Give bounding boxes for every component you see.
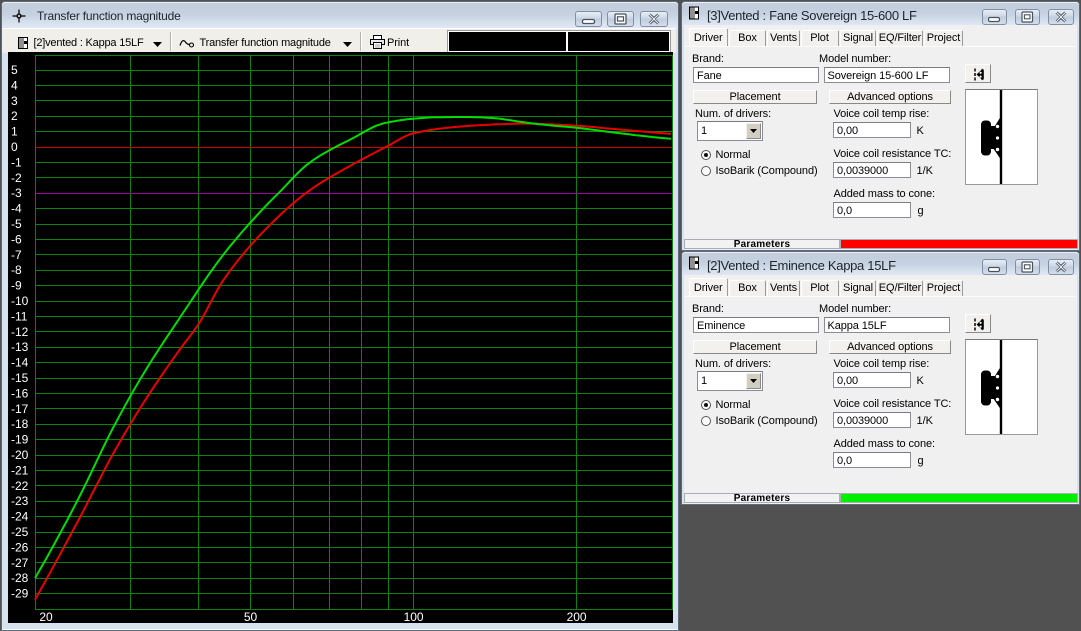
svg-text:-25: -25 <box>11 525 29 539</box>
svg-text:-8: -8 <box>11 263 22 277</box>
svg-text:2: 2 <box>11 109 18 123</box>
svg-text:-24: -24 <box>11 510 29 524</box>
svg-text:-7: -7 <box>11 248 22 262</box>
svg-text:-15: -15 <box>11 371 29 385</box>
svg-text:-18: -18 <box>11 417 29 431</box>
svg-text:20: 20 <box>39 610 53 623</box>
svg-text:1: 1 <box>11 125 18 139</box>
svg-text:-21: -21 <box>11 463 29 477</box>
svg-text:-22: -22 <box>11 479 29 493</box>
svg-text:-20: -20 <box>11 448 29 462</box>
svg-text:3: 3 <box>11 94 18 108</box>
svg-text:-10: -10 <box>11 294 29 308</box>
svg-text:-9: -9 <box>11 279 22 293</box>
svg-text:-16: -16 <box>11 386 29 400</box>
svg-text:-29: -29 <box>11 587 29 601</box>
svg-text:100: 100 <box>404 610 424 623</box>
svg-text:-2: -2 <box>11 171 22 185</box>
svg-text:200: 200 <box>567 610 587 623</box>
svg-text:5: 5 <box>11 63 18 77</box>
svg-text:-17: -17 <box>11 402 29 416</box>
svg-text:-19: -19 <box>11 433 29 447</box>
svg-text:-3: -3 <box>11 186 22 200</box>
svg-text:-13: -13 <box>11 340 29 354</box>
svg-text:-28: -28 <box>11 571 29 585</box>
svg-text:0: 0 <box>11 140 18 154</box>
svg-text:50: 50 <box>244 610 258 623</box>
svg-text:-6: -6 <box>11 232 22 246</box>
svg-text:-23: -23 <box>11 494 29 508</box>
svg-text:-1: -1 <box>11 155 22 169</box>
svg-text:-12: -12 <box>11 325 29 339</box>
svg-text:4: 4 <box>11 78 18 92</box>
svg-text:-5: -5 <box>11 217 22 231</box>
svg-text:-11: -11 <box>11 309 28 323</box>
svg-text:-14: -14 <box>11 356 29 370</box>
svg-text:-26: -26 <box>11 540 29 554</box>
svg-text:-27: -27 <box>11 556 29 570</box>
svg-text:-4: -4 <box>11 202 22 216</box>
